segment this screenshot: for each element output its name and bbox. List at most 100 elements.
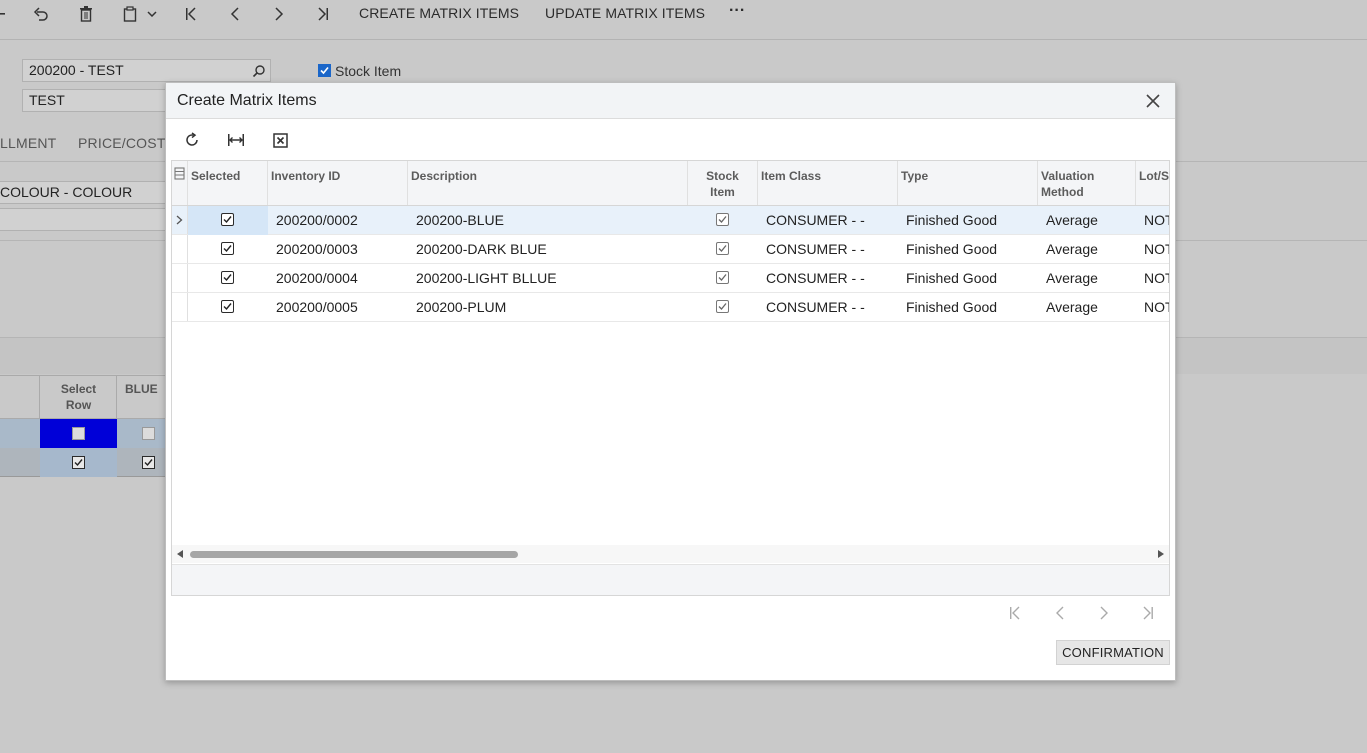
confirmation-button[interactable]: CONFIRMATION — [1056, 640, 1170, 665]
partial-button-icon[interactable] — [0, 4, 6, 24]
grid-toolbar — [166, 119, 1175, 160]
selected-checkbox[interactable] — [221, 300, 234, 313]
lot-serial-cell[interactable]: NOT — [1136, 264, 1169, 293]
inventory-id-cell[interactable]: 200200/0003 — [268, 235, 408, 264]
inventory-id-cell[interactable]: 200200/0004 — [268, 264, 408, 293]
stock-item-cell — [688, 293, 758, 322]
description-cell[interactable]: 200200-DARK BLUE — [408, 235, 688, 264]
table-row[interactable]: 200200/0002 200200-BLUE CONSUMER - - Finish… — [172, 206, 1169, 235]
create-matrix-items-button[interactable]: CREATE MATRIX ITEMS — [359, 5, 519, 21]
colour-attribute-field[interactable]: COLOUR - COLOUR — [0, 181, 175, 204]
col-selected[interactable]: Selected — [188, 161, 268, 205]
export-excel-icon[interactable] — [270, 130, 290, 150]
type-cell[interactable]: Finished Good — [898, 293, 1038, 322]
tab-partial[interactable]: LLMENT — [0, 135, 56, 151]
selected-checkbox[interactable] — [221, 271, 234, 284]
pager-next-icon[interactable] — [1094, 603, 1114, 623]
description-field[interactable]: TEST — [22, 89, 177, 112]
col-stock-item[interactable]: Stock Item — [688, 161, 758, 205]
table-row[interactable]: 200200/0004 200200-LIGHT BLLUE CONSUMER - … — [172, 264, 1169, 293]
selected-cell[interactable] — [188, 264, 268, 293]
refresh-icon[interactable] — [182, 130, 202, 150]
description-cell[interactable]: 200200-LIGHT BLLUE — [408, 264, 688, 293]
valuation-method-cell[interactable]: Average — [1038, 293, 1136, 322]
col-inventory-id[interactable]: Inventory ID — [268, 161, 408, 205]
item-class-cell[interactable]: CONSUMER - - — [758, 206, 898, 235]
select-row-checkbox[interactable] — [72, 427, 85, 440]
row-indicator[interactable] — [172, 235, 188, 263]
undo-icon[interactable] — [31, 4, 51, 24]
stock-item-checkbox — [716, 271, 729, 284]
pager-previous-icon[interactable] — [1050, 603, 1070, 623]
blue-checkbox[interactable] — [142, 456, 155, 469]
template-id-field[interactable]: 200200 - TEST — [22, 59, 271, 82]
clipboard-icon[interactable] — [120, 4, 140, 24]
selected-checkbox[interactable] — [221, 213, 234, 226]
table-row[interactable]: 200200/0003 200200-DARK BLUE CONSUMER - -F… — [172, 235, 1169, 264]
scroll-right-icon[interactable] — [1156, 549, 1166, 559]
selected-cell[interactable] — [188, 293, 268, 322]
type-cell[interactable]: Finished Good — [898, 206, 1038, 235]
tab-price-cost[interactable]: PRICE/COST — [78, 135, 166, 151]
type-cell[interactable]: Finished Good — [898, 264, 1038, 293]
selected-cell[interactable] — [188, 235, 268, 264]
description-value: TEST — [29, 92, 65, 108]
type-cell[interactable]: Finished Good — [898, 235, 1038, 264]
lot-serial-cell[interactable]: NOT — [1136, 206, 1169, 235]
next-record-icon[interactable] — [269, 4, 289, 24]
lot-serial-cell[interactable]: NOT — [1136, 235, 1169, 264]
row-indicator[interactable] — [172, 293, 188, 321]
description-cell[interactable]: 200200-PLUM — [408, 293, 688, 322]
delete-icon[interactable] — [76, 4, 96, 24]
col-description[interactable]: Description — [408, 161, 688, 205]
blue-checkbox[interactable] — [142, 427, 155, 440]
inventory-id-cell[interactable]: 200200/0005 — [268, 293, 408, 322]
matrix-row[interactable] — [0, 448, 165, 477]
matrix-grid-header: Select Row BLUE — [0, 375, 165, 420]
col-valuation-method[interactable]: Valuation Method — [1038, 161, 1136, 205]
stock-item-checkbox[interactable] — [318, 64, 331, 77]
matrix-col-select-row: Select Row — [40, 381, 117, 413]
inventory-id-cell[interactable]: 200200/0002 — [268, 206, 408, 235]
update-matrix-items-button[interactable]: UPDATE MATRIX ITEMS — [545, 5, 705, 21]
item-class-cell[interactable]: CONSUMER - - — [758, 293, 898, 322]
scrollbar-thumb[interactable] — [190, 551, 518, 558]
selected-checkbox[interactable] — [221, 242, 234, 255]
col-lot-serial[interactable]: Lot/S — [1136, 161, 1169, 205]
item-class-cell[interactable]: CONSUMER - - — [758, 264, 898, 293]
valuation-method-cell[interactable]: Average — [1038, 235, 1136, 264]
stock-item-cell — [688, 206, 758, 235]
stock-item-checkbox — [716, 213, 729, 226]
column-settings-icon[interactable] — [172, 161, 188, 205]
close-icon[interactable] — [1145, 93, 1161, 109]
chevron-down-icon[interactable] — [144, 4, 160, 24]
select-row-checkbox[interactable] — [72, 456, 85, 469]
main-toolbar: CREATE MATRIX ITEMS UPDATE MATRIX ITEMS … — [0, 0, 1367, 40]
valuation-method-cell[interactable]: Average — [1038, 264, 1136, 293]
valuation-method-cell[interactable]: Average — [1038, 206, 1136, 235]
col-item-class[interactable]: Item Class — [758, 161, 898, 205]
item-class-cell[interactable]: CONSUMER - - — [758, 235, 898, 264]
horizontal-scrollbar[interactable] — [172, 545, 1169, 563]
last-record-icon[interactable] — [313, 4, 333, 24]
fit-columns-icon[interactable] — [226, 130, 246, 150]
row-indicator[interactable] — [172, 206, 188, 234]
lot-serial-cell[interactable]: NOT — [1136, 293, 1169, 322]
more-menu-button[interactable]: ··· — [729, 2, 745, 20]
description-cell[interactable]: 200200-BLUE — [408, 206, 688, 235]
stock-item-checkbox — [716, 242, 729, 255]
stock-item-label: Stock Item — [335, 63, 402, 79]
scroll-left-icon[interactable] — [175, 549, 185, 559]
previous-record-icon[interactable] — [225, 4, 245, 24]
selected-cell[interactable] — [188, 206, 268, 235]
table-row[interactable]: 200200/0005 200200-PLUM CONSUMER - - Finish… — [172, 293, 1169, 322]
search-icon[interactable] — [252, 63, 266, 84]
first-record-icon[interactable] — [181, 4, 201, 24]
attribute-empty-field[interactable] — [0, 208, 175, 231]
pager-first-icon[interactable] — [1005, 603, 1025, 623]
col-type[interactable]: Type — [898, 161, 1038, 205]
stock-item-cell — [688, 235, 758, 264]
matrix-row[interactable] — [0, 419, 165, 448]
pager-last-icon[interactable] — [1138, 603, 1158, 623]
row-indicator[interactable] — [172, 264, 188, 292]
